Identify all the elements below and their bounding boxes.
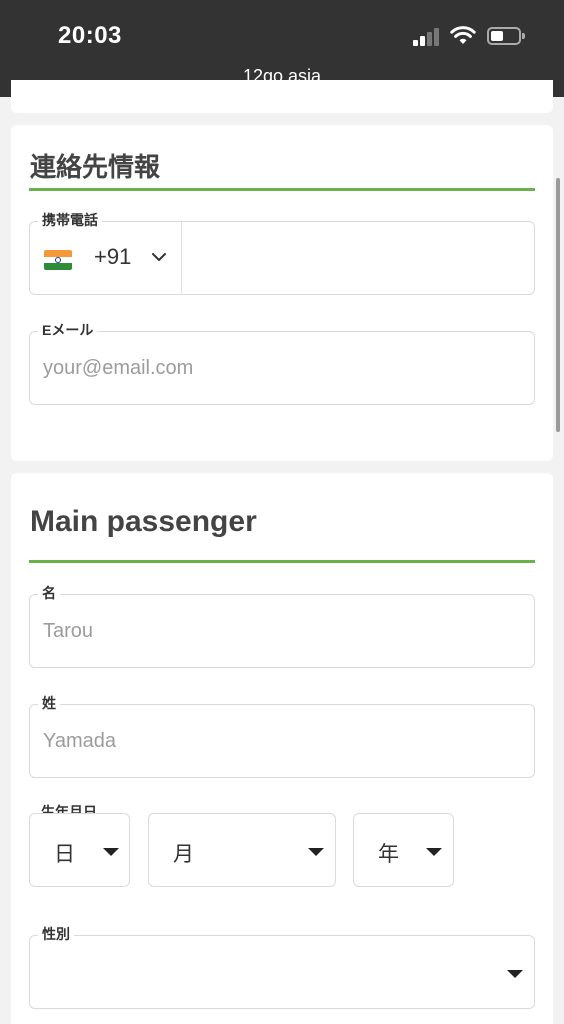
- section-title-underline: [29, 188, 535, 191]
- first-name-label: 名: [38, 583, 60, 603]
- last-name-placeholder: Yamada: [43, 730, 117, 752]
- india-flag-icon: [44, 250, 72, 270]
- phone-number-input[interactable]: [183, 222, 534, 294]
- gender-label: 性別: [38, 924, 74, 944]
- dob-day-value: 日: [54, 843, 75, 866]
- first-name-placeholder: Tarou: [43, 620, 94, 642]
- country-code: +91: [94, 244, 132, 269]
- section-title-underline: [29, 560, 535, 563]
- main-passenger-card: Main passenger 名 Tarou 姓 Yamada 生年月日 日 月…: [11, 473, 553, 1024]
- email-field[interactable]: Eメール your@email.com: [29, 320, 535, 405]
- last-name-field[interactable]: 姓 Yamada: [29, 693, 535, 778]
- chevron-down-icon: [152, 253, 166, 261]
- first-name-field[interactable]: 名 Tarou: [29, 583, 535, 668]
- gender-select[interactable]: 性別: [29, 924, 535, 1009]
- section-title: Main passenger: [30, 505, 257, 538]
- wifi-icon: [450, 26, 476, 44]
- dob-month-value: 月: [173, 843, 194, 866]
- dob-month-select[interactable]: 月: [148, 813, 336, 887]
- caret-down-icon: [103, 848, 119, 856]
- scrollbar[interactable]: [556, 178, 560, 432]
- dob-day-select[interactable]: 日: [29, 813, 130, 887]
- phone-field: 携帯電話 +91: [29, 210, 535, 295]
- email-placeholder: your@email.com: [43, 357, 194, 379]
- caret-down-icon: [308, 848, 324, 856]
- previous-section-card: [11, 80, 553, 113]
- clock: 20:03: [58, 22, 122, 49]
- country-code-select[interactable]: +91: [30, 222, 182, 294]
- email-label: Eメール: [38, 320, 98, 340]
- battery-icon: [487, 27, 525, 45]
- section-title: 連絡先情報: [30, 152, 161, 182]
- dob-year-value: 年: [378, 843, 399, 866]
- caret-down-icon: [426, 848, 442, 856]
- last-name-label: 姓: [38, 693, 60, 713]
- contact-info-card: 連絡先情報 携帯電話 +91 Eメール your@email.com: [11, 125, 553, 461]
- cellular-signal-icon: [413, 28, 441, 46]
- caret-down-icon: [507, 970, 523, 978]
- dob-year-select[interactable]: 年: [353, 813, 454, 887]
